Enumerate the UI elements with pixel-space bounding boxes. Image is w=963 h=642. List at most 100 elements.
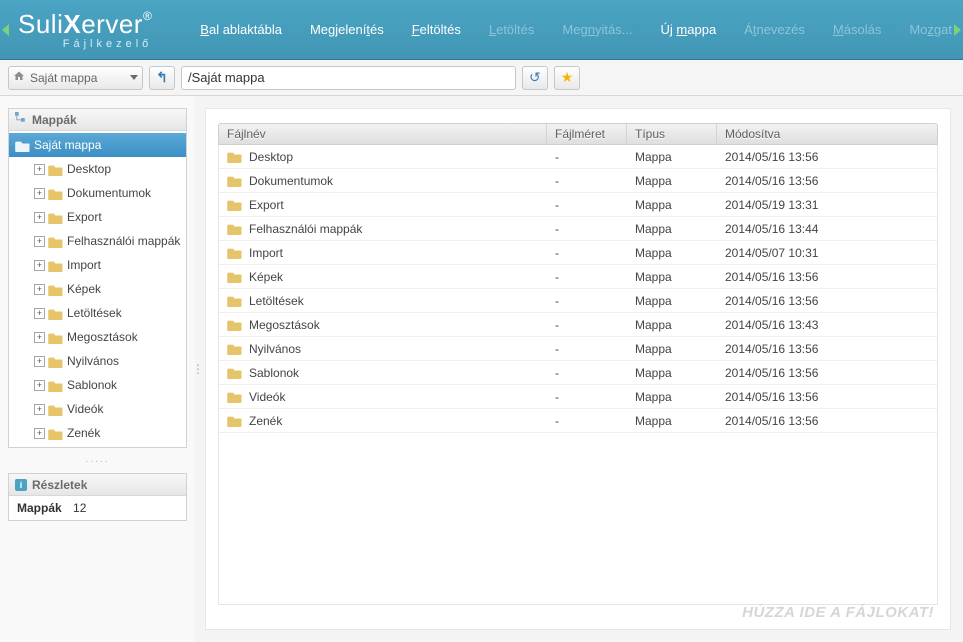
details-label: Mappák [17,501,62,515]
cell-name: Megosztások [219,313,547,336]
expand-toggle[interactable]: + [34,260,45,271]
cell-name: Videók [219,385,547,408]
cell-type: Mappa [627,337,717,360]
tree-item-label: Export [67,210,102,224]
cell-modified: 2014/05/16 13:56 [717,385,937,408]
cell-size: - [547,193,627,216]
logo: SuliXerver® Fájlkezelő [0,0,170,59]
menu-item[interactable]: Új mappa [661,22,717,37]
table-row[interactable]: Sablonok-Mappa2014/05/16 13:56 [219,361,937,385]
folders-title: Mappák [32,113,77,127]
folder-icon [48,307,64,320]
folder-icon [48,283,64,296]
tree-item[interactable]: +Zenék [9,421,186,445]
location-dropdown[interactable]: Saját mappa [8,66,143,90]
cell-modified: 2014/05/16 13:44 [717,217,937,240]
tree-item[interactable]: + Letöltések [9,301,186,325]
folder-icon [227,342,243,355]
cell-type: Mappa [627,409,717,432]
tree-item[interactable]: +Megosztások [9,325,186,349]
splitter[interactable]: ⋮ [195,96,201,642]
main-area: Mappák Saját mappa+Desktop+Dokumentumok+… [0,96,963,642]
expand-toggle[interactable]: + [34,428,45,439]
details-body: Mappák 12 [9,496,186,520]
cell-name: Nyilvános [219,337,547,360]
menu-item[interactable]: Bal ablaktábla [200,22,282,37]
table-row[interactable]: Desktop-Mappa2014/05/16 13:56 [219,145,937,169]
table-row[interactable]: Export-Mappa2014/05/19 13:31 [219,193,937,217]
tree-item[interactable]: +Import [9,253,186,277]
tree-item[interactable]: + Desktop [9,157,186,181]
tree-item[interactable]: + Nyilvános [9,349,186,373]
menu-item[interactable]: Megjelenítés [310,22,384,37]
table-row[interactable]: Dokumentumok-Mappa2014/05/16 13:56 [219,169,937,193]
expand-toggle[interactable]: + [34,164,45,175]
tree-item[interactable]: +Képek [9,277,186,301]
table-row[interactable]: Nyilvános-Mappa2014/05/16 13:56 [219,337,937,361]
col-type[interactable]: Típus [627,124,717,144]
table-row[interactable]: Letöltések-Mappa2014/05/16 13:56 [219,289,937,313]
favorite-button[interactable]: ★ [554,66,580,90]
table-row[interactable]: Zenék-Mappa2014/05/16 13:56 [219,409,937,433]
path-field[interactable] [181,66,516,90]
cell-modified: 2014/05/16 13:56 [717,361,937,384]
tree-item[interactable]: + Export [9,205,186,229]
tree-item-label: Sablonok [67,378,117,392]
cell-size: - [547,409,627,432]
table-header: Fájlnév Fájlméret Típus Módosítva [218,123,938,145]
table-row[interactable]: Megosztások-Mappa2014/05/16 13:43 [219,313,937,337]
tree-item[interactable]: +Dokumentumok [9,181,186,205]
menu-scroll-right[interactable] [954,24,961,36]
tree-root[interactable]: Saját mappa [9,133,186,157]
cell-size: - [547,361,627,384]
folder-icon [48,355,64,368]
dropdown-label: Saját mappa [30,71,125,85]
col-name[interactable]: Fájlnév [219,124,547,144]
expand-toggle[interactable]: + [34,356,45,367]
cell-modified: 2014/05/16 13:56 [717,169,937,192]
folder-icon [227,390,243,403]
folder-icon [227,246,243,259]
tree-item-label: Desktop [67,162,111,176]
expand-toggle[interactable]: + [34,308,45,319]
expand-toggle[interactable]: + [34,404,45,415]
table-row[interactable]: Videók-Mappa2014/05/16 13:56 [219,385,937,409]
expand-toggle[interactable]: + [34,236,45,247]
menu-item: Átnevezés [744,22,805,37]
expand-toggle[interactable]: + [34,284,45,295]
cell-modified: 2014/05/16 13:56 [717,289,937,312]
cell-name: Sablonok [219,361,547,384]
refresh-button[interactable]: ↻ [522,66,548,90]
table-row[interactable]: Képek-Mappa2014/05/16 13:56 [219,265,937,289]
tree-item[interactable]: +Videók [9,397,186,421]
table-row[interactable]: Import-Mappa2014/05/07 10:31 [219,241,937,265]
col-modified[interactable]: Módosítva [717,124,937,144]
folders-panel-head: Mappák [9,109,186,131]
folder-icon [48,259,64,272]
folder-icon [48,163,64,176]
tree-item-label: Nyilvános [67,354,119,368]
expand-toggle[interactable]: + [34,212,45,223]
home-icon [13,70,25,85]
menu-scroll-left[interactable] [2,24,9,36]
path-input[interactable] [188,70,509,85]
tree-item[interactable]: + Sablonok [9,373,186,397]
refresh-icon: ↻ [529,69,541,86]
panel-drag-handle[interactable]: ..... [8,454,187,465]
tree-item-label: Letöltések [67,306,122,320]
col-size[interactable]: Fájlméret [547,124,627,144]
cell-modified: 2014/05/16 13:56 [717,337,937,360]
tree-item-label: Felhasználói mappák [67,234,180,248]
expand-toggle[interactable]: + [34,380,45,391]
content: Fájlnév Fájlméret Típus Módosítva Deskto… [205,108,951,630]
tree-icon [15,112,27,127]
toolbar: Saját mappa ↰ ↻ ★ [0,60,963,96]
tree-item[interactable]: + Felhasználói mappák [9,229,186,253]
table-row[interactable]: Felhasználói mappák-Mappa2014/05/16 13:4… [219,217,937,241]
expand-toggle[interactable]: + [34,332,45,343]
folder-icon [227,414,243,427]
expand-toggle[interactable]: + [34,188,45,199]
menu-item[interactable]: Feltöltés [412,22,461,37]
up-button[interactable]: ↰ [149,66,175,90]
drop-hint: HÚZZA IDE A FÁJLOKAT! [742,604,934,621]
